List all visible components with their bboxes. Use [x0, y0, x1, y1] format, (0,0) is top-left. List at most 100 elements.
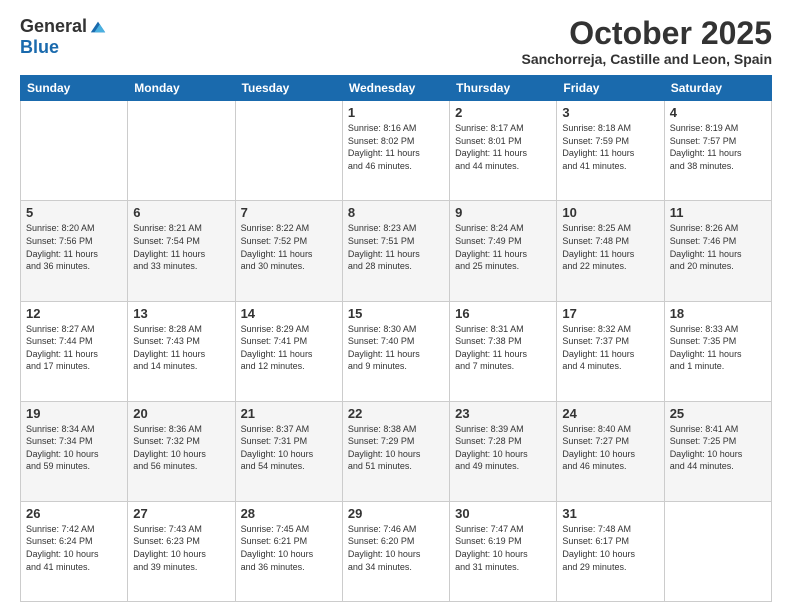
- week-row-4: 26 Sunrise: 7:42 AM Sunset: 6:24 PM Dayli…: [21, 501, 772, 601]
- day-number: 10: [562, 205, 658, 220]
- calendar-cell: [21, 101, 128, 201]
- day-info: Sunrise: 8:19 AM Sunset: 7:57 PM Dayligh…: [670, 122, 766, 172]
- calendar-cell: 17 Sunrise: 8:32 AM Sunset: 7:37 PM Dayli…: [557, 301, 664, 401]
- day-info: Sunrise: 7:43 AM Sunset: 6:23 PM Dayligh…: [133, 523, 229, 573]
- col-friday: Friday: [557, 76, 664, 101]
- day-number: 8: [348, 205, 444, 220]
- calendar-cell: 8 Sunrise: 8:23 AM Sunset: 7:51 PM Daylig…: [342, 201, 449, 301]
- calendar-cell: 12 Sunrise: 8:27 AM Sunset: 7:44 PM Dayli…: [21, 301, 128, 401]
- col-saturday: Saturday: [664, 76, 771, 101]
- day-info: Sunrise: 8:18 AM Sunset: 7:59 PM Dayligh…: [562, 122, 658, 172]
- calendar-cell: 15Sunrise: 8:30 AM Sunset: 7:40 PM Dayli…: [342, 301, 449, 401]
- calendar-cell: 18Sunrise: 8:33 AM Sunset: 7:35 PM Dayli…: [664, 301, 771, 401]
- day-info: Sunrise: 8:17 AM Sunset: 8:01 PM Dayligh…: [455, 122, 551, 172]
- day-number: 26: [26, 506, 122, 521]
- day-number: 22: [348, 406, 444, 421]
- day-number: 25: [670, 406, 766, 421]
- day-number: 21: [241, 406, 337, 421]
- calendar-cell: 10 Sunrise: 8:25 AM Sunset: 7:48 PM Dayli…: [557, 201, 664, 301]
- day-info: Sunrise: 7:48 AM Sunset: 6:17 PM Dayligh…: [562, 523, 658, 573]
- subtitle: Sanchorreja, Castille and Leon, Spain: [521, 51, 772, 67]
- calendar-cell: 25 Sunrise: 8:41 AM Sunset: 7:25 PM Dayli…: [664, 401, 771, 501]
- day-number: 17: [562, 306, 658, 321]
- day-number: 28: [241, 506, 337, 521]
- day-info: Sunrise: 7:45 AM Sunset: 6:21 PM Dayligh…: [241, 523, 337, 573]
- calendar-cell: 24Sunrise: 8:40 AM Sunset: 7:27 PM Dayli…: [557, 401, 664, 501]
- day-info: Sunrise: 8:26 AM Sunset: 7:46 PM Dayligh…: [670, 222, 766, 272]
- day-info: Sunrise: 8:28 AM Sunset: 7:43 PM Dayligh…: [133, 323, 229, 373]
- day-info: Sunrise: 8:27 AM Sunset: 7:44 PM Dayligh…: [26, 323, 122, 373]
- logo-blue: Blue: [20, 37, 59, 57]
- calendar-cell: 3 Sunrise: 8:18 AM Sunset: 7:59 PM Daylig…: [557, 101, 664, 201]
- month-title: October 2025: [521, 16, 772, 51]
- day-info: Sunrise: 7:47 AM Sunset: 6:19 PM Dayligh…: [455, 523, 551, 573]
- calendar-cell: 23 Sunrise: 8:39 AM Sunset: 7:28 PM Dayli…: [450, 401, 557, 501]
- week-row-0: 1Sunrise: 8:16 AM Sunset: 8:02 PM Daylig…: [21, 101, 772, 201]
- week-row-1: 5Sunrise: 8:20 AM Sunset: 7:56 PM Daylig…: [21, 201, 772, 301]
- calendar-cell: 13 Sunrise: 8:28 AM Sunset: 7:43 PM Dayli…: [128, 301, 235, 401]
- day-number: 27: [133, 506, 229, 521]
- calendar-cell: 21Sunrise: 8:37 AM Sunset: 7:31 PM Dayli…: [235, 401, 342, 501]
- day-info: Sunrise: 8:41 AM Sunset: 7:25 PM Dayligh…: [670, 423, 766, 473]
- day-number: 2: [455, 105, 551, 120]
- col-sunday: Sunday: [21, 76, 128, 101]
- calendar-cell: [664, 501, 771, 601]
- calendar-cell: 19 Sunrise: 8:34 AM Sunset: 7:34 PM Dayli…: [21, 401, 128, 501]
- day-info: Sunrise: 8:39 AM Sunset: 7:28 PM Dayligh…: [455, 423, 551, 473]
- calendar-cell: 30Sunrise: 7:47 AM Sunset: 6:19 PM Dayli…: [450, 501, 557, 601]
- day-info: Sunrise: 8:36 AM Sunset: 7:32 PM Dayligh…: [133, 423, 229, 473]
- calendar-cell: 1Sunrise: 8:16 AM Sunset: 8:02 PM Daylig…: [342, 101, 449, 201]
- day-number: 9: [455, 205, 551, 220]
- day-info: Sunrise: 8:40 AM Sunset: 7:27 PM Dayligh…: [562, 423, 658, 473]
- day-number: 13: [133, 306, 229, 321]
- day-info: Sunrise: 8:32 AM Sunset: 7:37 PM Dayligh…: [562, 323, 658, 373]
- day-info: Sunrise: 8:31 AM Sunset: 7:38 PM Dayligh…: [455, 323, 551, 373]
- day-number: 18: [670, 306, 766, 321]
- day-info: Sunrise: 8:23 AM Sunset: 7:51 PM Dayligh…: [348, 222, 444, 272]
- calendar-cell: 6Sunrise: 8:21 AM Sunset: 7:54 PM Daylig…: [128, 201, 235, 301]
- day-info: Sunrise: 8:38 AM Sunset: 7:29 PM Dayligh…: [348, 423, 444, 473]
- calendar-cell: 26 Sunrise: 7:42 AM Sunset: 6:24 PM Dayli…: [21, 501, 128, 601]
- logo: General Blue: [20, 16, 107, 58]
- day-number: 4: [670, 105, 766, 120]
- day-number: 15: [348, 306, 444, 321]
- calendar-cell: 7Sunrise: 8:22 AM Sunset: 7:52 PM Daylig…: [235, 201, 342, 301]
- day-number: 11: [670, 205, 766, 220]
- day-number: 23: [455, 406, 551, 421]
- week-row-2: 12 Sunrise: 8:27 AM Sunset: 7:44 PM Dayli…: [21, 301, 772, 401]
- day-number: 3: [562, 105, 658, 120]
- calendar-cell: 2 Sunrise: 8:17 AM Sunset: 8:01 PM Daylig…: [450, 101, 557, 201]
- calendar-cell: 4 Sunrise: 8:19 AM Sunset: 7:57 PM Daylig…: [664, 101, 771, 201]
- header: General Blue October 2025 Sanchorreja, C…: [20, 16, 772, 67]
- calendar-cell: [235, 101, 342, 201]
- day-info: Sunrise: 8:25 AM Sunset: 7:48 PM Dayligh…: [562, 222, 658, 272]
- day-info: Sunrise: 8:20 AM Sunset: 7:56 PM Dayligh…: [26, 222, 122, 272]
- day-info: Sunrise: 8:24 AM Sunset: 7:49 PM Dayligh…: [455, 222, 551, 272]
- day-info: Sunrise: 8:34 AM Sunset: 7:34 PM Dayligh…: [26, 423, 122, 473]
- day-info: Sunrise: 8:22 AM Sunset: 7:52 PM Dayligh…: [241, 222, 337, 272]
- calendar-cell: 31 Sunrise: 7:48 AM Sunset: 6:17 PM Dayli…: [557, 501, 664, 601]
- calendar-cell: 28 Sunrise: 7:45 AM Sunset: 6:21 PM Dayli…: [235, 501, 342, 601]
- col-wednesday: Wednesday: [342, 76, 449, 101]
- calendar-cell: 29Sunrise: 7:46 AM Sunset: 6:20 PM Dayli…: [342, 501, 449, 601]
- day-number: 19: [26, 406, 122, 421]
- logo-icon: [89, 18, 107, 36]
- page: General Blue October 2025 Sanchorreja, C…: [0, 0, 792, 612]
- col-thursday: Thursday: [450, 76, 557, 101]
- calendar-cell: 14Sunrise: 8:29 AM Sunset: 7:41 PM Dayli…: [235, 301, 342, 401]
- day-number: 12: [26, 306, 122, 321]
- calendar-table: Sunday Monday Tuesday Wednesday Thursday…: [20, 75, 772, 602]
- col-tuesday: Tuesday: [235, 76, 342, 101]
- week-row-3: 19 Sunrise: 8:34 AM Sunset: 7:34 PM Dayli…: [21, 401, 772, 501]
- calendar-cell: 9 Sunrise: 8:24 AM Sunset: 7:49 PM Daylig…: [450, 201, 557, 301]
- header-row: Sunday Monday Tuesday Wednesday Thursday…: [21, 76, 772, 101]
- calendar-cell: 22 Sunrise: 8:38 AM Sunset: 7:29 PM Dayli…: [342, 401, 449, 501]
- calendar-cell: 5Sunrise: 8:20 AM Sunset: 7:56 PM Daylig…: [21, 201, 128, 301]
- day-info: Sunrise: 8:21 AM Sunset: 7:54 PM Dayligh…: [133, 222, 229, 272]
- day-number: 31: [562, 506, 658, 521]
- title-block: October 2025 Sanchorreja, Castille and L…: [521, 16, 772, 67]
- day-number: 1: [348, 105, 444, 120]
- day-info: Sunrise: 7:42 AM Sunset: 6:24 PM Dayligh…: [26, 523, 122, 573]
- calendar-cell: 16 Sunrise: 8:31 AM Sunset: 7:38 PM Dayli…: [450, 301, 557, 401]
- day-number: 16: [455, 306, 551, 321]
